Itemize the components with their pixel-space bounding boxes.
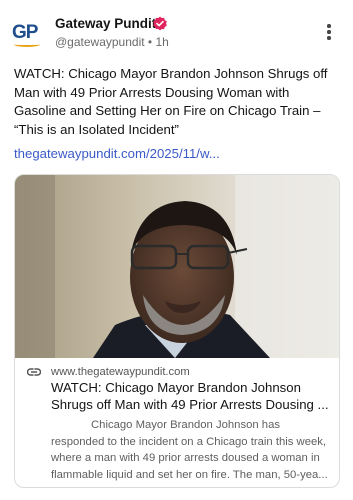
logo-swoosh-icon bbox=[14, 42, 40, 47]
author-handle[interactable]: @gatewaypundit bbox=[55, 35, 145, 49]
avatar[interactable]: GP bbox=[12, 22, 42, 50]
separator-dot: • bbox=[147, 35, 153, 49]
post-text: WATCH: Chicago Mayor Brandon Johnson Shr… bbox=[14, 66, 328, 137]
link-preview-card[interactable]: www.thegatewaypundit.com WATCH: Chicago … bbox=[14, 174, 340, 488]
verified-badge-icon bbox=[153, 16, 167, 31]
post-time: 1h bbox=[155, 35, 169, 49]
post-link[interactable]: thegatewaypundit.com/2025/11/w... bbox=[14, 145, 220, 163]
post-header: GP Gateway Pundit @gatewaypundit • 1h bbox=[0, 0, 353, 60]
preview-image[interactable] bbox=[15, 175, 339, 358]
preview-description: Chicago Mayor Brandon Johnson has respon… bbox=[51, 419, 328, 481]
preview-domain: www.thegatewaypundit.com bbox=[51, 366, 190, 378]
more-options-icon[interactable] bbox=[322, 24, 336, 44]
link-icon bbox=[27, 368, 41, 376]
handle-row: @gatewaypundit • 1h bbox=[55, 35, 169, 49]
avatar-initials: GP bbox=[12, 22, 38, 43]
preview-title[interactable]: WATCH: Chicago Mayor Brandon Johnson Shr… bbox=[51, 380, 329, 414]
preview-meta: www.thegatewaypundit.com WATCH: Chicago … bbox=[15, 361, 339, 487]
author-name[interactable]: Gateway Pundit bbox=[55, 16, 156, 32]
